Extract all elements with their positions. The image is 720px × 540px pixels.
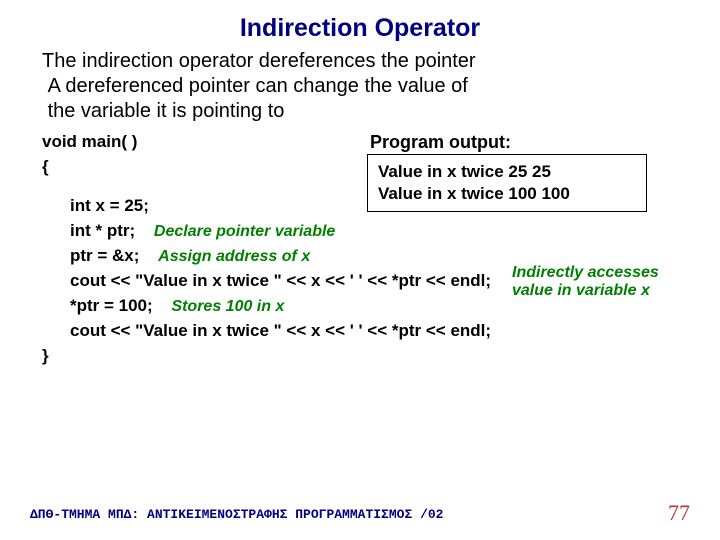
code-line-1: void main( ) (42, 132, 678, 154)
code-line-2: { (42, 157, 678, 179)
code-line-8: cout << "Value in x twice " << x << ' ' … (42, 321, 678, 343)
code-line-4: int * ptr; Declare pointer variable (42, 221, 678, 243)
slide: Indirection Operator The indirection ope… (0, 0, 720, 540)
body-text: The indirection operator dereferences th… (42, 49, 678, 124)
code-line-9: } (42, 346, 678, 368)
body-line-1: The indirection operator dereferences th… (42, 50, 476, 72)
body-line-2: A dereferenced pointer can change the va… (48, 75, 468, 97)
code-line-7-text: *ptr = 100; (70, 296, 153, 315)
code-line-5: ptr = &x; Assign address of x (42, 246, 678, 268)
code-line-7: *ptr = 100; Stores 100 in x (42, 296, 678, 318)
code-line-3: int x = 25; (42, 196, 678, 218)
code-line-5-comment: Assign address of x (158, 248, 310, 266)
code-line-7-comment: Stores 100 in x (171, 298, 284, 316)
code-line-5-text: ptr = &x; (70, 246, 139, 265)
code-line-4-comment: Declare pointer variable (154, 223, 335, 241)
code-line-4-text: int * ptr; (70, 221, 135, 240)
body-line-3: the variable it is pointing to (48, 100, 285, 122)
slide-title: Indirection Operator (42, 14, 678, 43)
footer-left: ΔΠΘ-ΤΜΗΜΑ ΜΠΔ: ΑΝΤΙΚΕΙΜΕΝΟΣΤΡΑΦΗΣ ΠΡΟΓΡΑ… (30, 507, 443, 522)
code-block: Program output: Value in x twice 25 25 V… (42, 132, 678, 368)
code-line-6: cout << "Value in x twice " << x << ' ' … (42, 271, 678, 293)
page-number: 77 (668, 500, 690, 526)
